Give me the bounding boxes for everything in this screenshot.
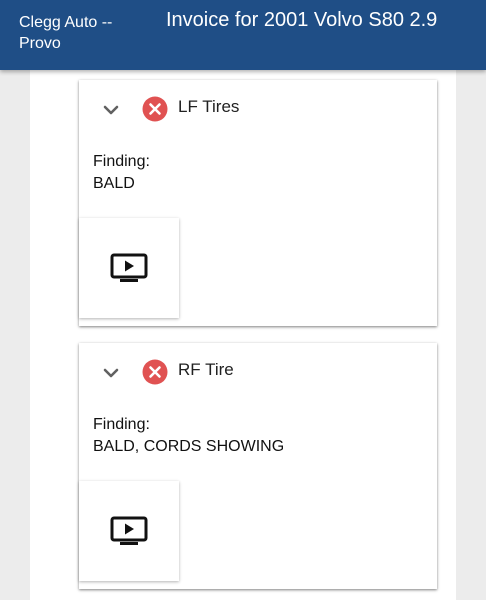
item-title: RF Tire bbox=[178, 360, 234, 379]
inspection-item-card: LF Tires Finding: BALD bbox=[79, 80, 437, 326]
media-thumbnail[interactable] bbox=[79, 481, 179, 581]
card-header[interactable]: RF Tire bbox=[79, 343, 437, 399]
item-title: LF Tires bbox=[178, 97, 240, 116]
card-header[interactable]: LF Tires bbox=[79, 80, 437, 136]
finding-value: BALD bbox=[93, 175, 135, 192]
inspection-item-card: RF Tire Finding: BALD, CORDS SHOWING bbox=[79, 343, 437, 589]
finding-label: Finding: bbox=[93, 153, 150, 170]
main-content: LF Tires Finding: BALD RF Tire Finding: … bbox=[30, 70, 456, 600]
finding-value: BALD, CORDS SHOWING bbox=[93, 438, 285, 455]
video-play-icon bbox=[110, 253, 148, 282]
shop-name: Clegg Auto -- Provo bbox=[19, 14, 113, 52]
close-circle-icon bbox=[142, 359, 168, 385]
app-bar: Clegg Auto -- Provo Invoice for 2001 Vol… bbox=[0, 0, 486, 70]
media-thumbnail[interactable] bbox=[79, 218, 179, 318]
video-play-icon bbox=[110, 516, 148, 545]
page-title: Invoice for 2001 Volvo S80 2.9 bbox=[166, 9, 438, 31]
close-circle-icon bbox=[142, 96, 168, 122]
finding-label: Finding: bbox=[93, 416, 150, 433]
chevron-down-icon[interactable] bbox=[99, 361, 123, 385]
chevron-down-icon[interactable] bbox=[99, 98, 123, 122]
